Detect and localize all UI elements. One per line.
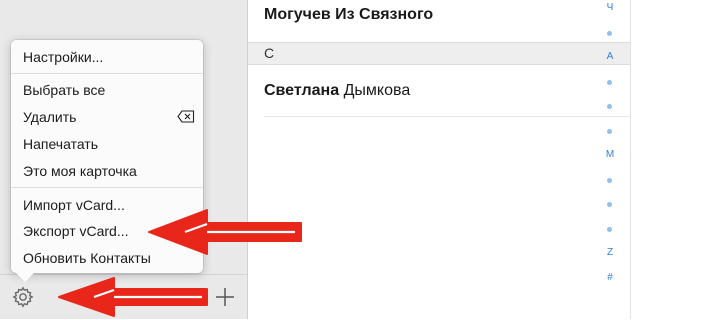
contact-row[interactable]: Могучев Из Связного [264,5,433,25]
menu-item-delete[interactable]: Удалить [11,106,203,128]
annotation-arrow-export [148,209,302,255]
index-dot[interactable] [607,177,612,183]
settings-gear-button[interactable] [10,284,36,310]
list-divider [264,116,630,117]
add-contact-button[interactable] [212,284,238,310]
menu-item-print[interactable]: Напечатать [11,133,203,155]
index-dot[interactable] [607,104,612,109]
contact-first-name: Светлана [264,82,340,99]
section-header: С [248,42,630,65]
menu-item-my-card[interactable]: Это моя карточка [11,160,203,182]
menu-item-label: Экспорт vCard... [23,223,129,239]
menu-item-label: Настройки... [23,49,104,65]
index-letter[interactable]: А [598,51,622,63]
menu-item-label: Напечатать [23,136,99,152]
delete-key-icon [177,110,195,123]
index-dot[interactable] [607,30,612,36]
contact-list: Могучев Из Связного С Светлана Дымкова [248,0,631,319]
alphabet-index[interactable]: Ч А М Z # [598,0,622,300]
menu-pointer [16,273,34,282]
gear-icon [12,286,34,308]
menu-item-settings[interactable]: Настройки... [11,46,203,68]
menu-item-label: Это моя карточка [23,163,137,179]
index-dot[interactable] [607,128,612,134]
index-letter[interactable]: Ч [598,2,622,14]
menu-item-label: Выбрать все [23,82,106,98]
index-letter[interactable]: М [598,149,622,161]
index-dot[interactable] [607,79,612,85]
menu-item-select-all[interactable]: Выбрать все [11,79,203,101]
contact-last-name: Дымкова [343,82,411,99]
index-letter[interactable]: Z [598,247,622,259]
menu-item-label: Обновить Контакты [23,250,151,266]
menu-separator [11,187,203,188]
contact-row[interactable]: Светлана Дымкова [264,81,410,101]
menu-separator [11,73,203,74]
index-dot[interactable] [607,202,612,207]
contact-name-bold: Могучев Из Связного [264,6,434,23]
index-letter[interactable]: # [598,272,622,284]
plus-icon [216,288,234,306]
section-letter: С [264,45,275,61]
menu-item-label: Импорт vCard... [23,197,125,213]
index-dot[interactable] [607,226,612,232]
menu-item-label: Удалить [23,109,77,125]
annotation-arrow-gear [58,277,208,317]
